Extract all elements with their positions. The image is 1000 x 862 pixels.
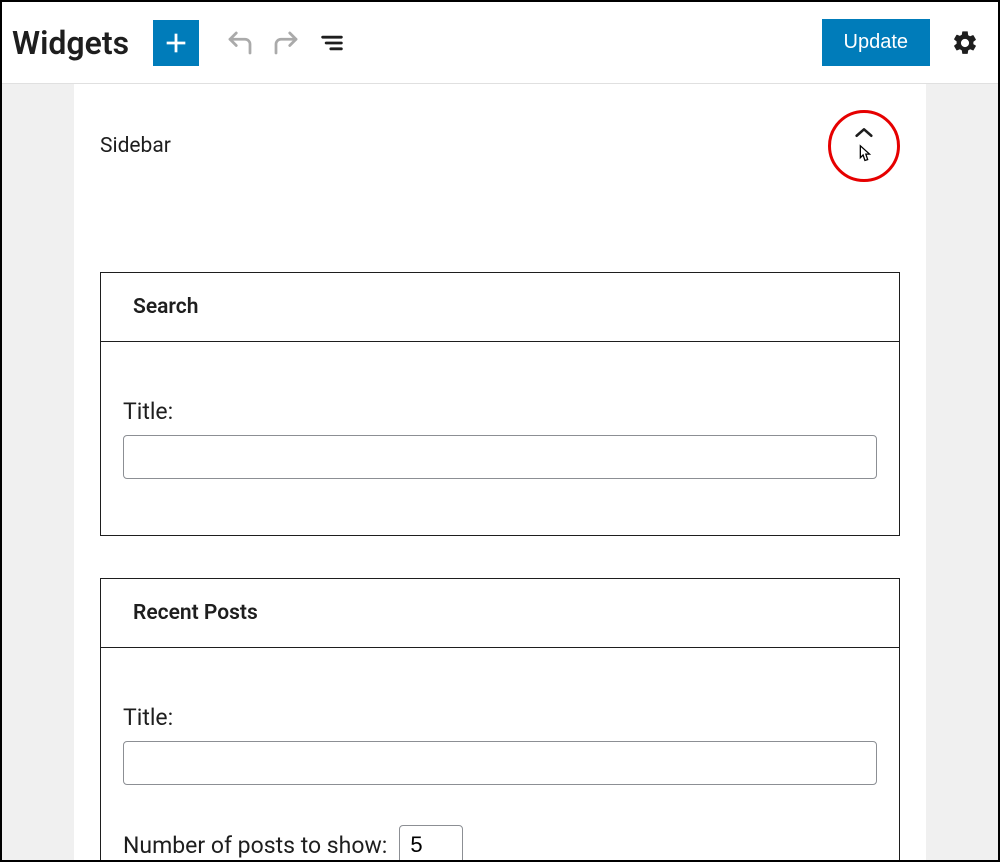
settings-button[interactable] [942,20,988,66]
widget-recent-posts-body: Title: Number of posts to show: [101,648,899,860]
widget-search: Search Title: [100,272,900,536]
search-title-label: Title: [123,398,877,425]
update-button[interactable]: Update [822,19,931,66]
widget-search-body: Title: [101,342,899,535]
page-title: Widgets [12,24,129,62]
widget-recent-posts: Recent Posts Title: Number of posts to s… [100,578,900,860]
widgets-panel: Sidebar Search Title: Recent Posts Title… [74,84,926,860]
editor-toolbar: Widgets Update [2,2,998,84]
outline-icon [318,29,346,57]
undo-button[interactable] [217,20,263,66]
content-area: Sidebar Search Title: Recent Posts Title… [2,84,998,860]
num-posts-row: Number of posts to show: [123,825,877,860]
pointer-cursor-icon [854,144,874,166]
search-title-input[interactable] [123,435,877,479]
undo-icon [225,28,255,58]
add-block-button[interactable] [153,20,199,66]
sidebar-area-title: Sidebar [100,134,171,158]
document-outline-button[interactable] [309,20,355,66]
num-posts-input[interactable] [399,825,463,860]
recent-posts-title-input[interactable] [123,741,877,785]
recent-posts-title-label: Title: [123,704,877,731]
chevron-up-icon [853,126,875,140]
gear-icon [951,29,979,57]
widget-search-header[interactable]: Search [101,273,899,342]
redo-button[interactable] [263,20,309,66]
collapse-sidebar-button[interactable] [828,110,900,182]
redo-icon [271,28,301,58]
sidebar-area-header: Sidebar [100,110,900,182]
plus-icon [162,29,190,57]
widget-recent-posts-header[interactable]: Recent Posts [101,579,899,648]
num-posts-label: Number of posts to show: [123,832,387,859]
